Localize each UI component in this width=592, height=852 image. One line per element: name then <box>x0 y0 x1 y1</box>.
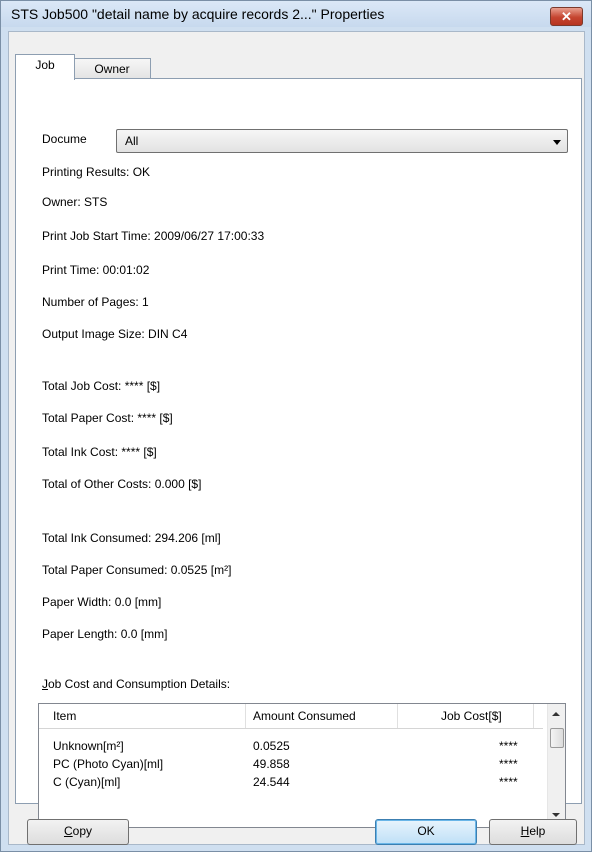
column-header-item[interactable]: Item <box>53 709 76 723</box>
copy-button[interactable]: Copy <box>27 819 129 845</box>
cell-item: Unknown[m²] <box>53 739 124 753</box>
total-paper-consumed: Total Paper Consumed: 0.0525 [m²] <box>42 563 232 577</box>
scroll-down-icon[interactable] <box>552 813 560 817</box>
table-row[interactable]: PC (Photo Cyan)[ml] 49.858 **** <box>39 756 543 773</box>
output-image-size: Output Image Size: DIN C4 <box>42 327 188 341</box>
details-heading-text: ob Cost and Consumption Details: <box>48 677 231 691</box>
job-tab-panel: Docume All Printing Results: OK Owner: S… <box>15 78 582 828</box>
help-button[interactable]: Help <box>489 819 577 845</box>
paper-length: Paper Length: 0.0 [mm] <box>42 627 168 641</box>
total-ink-consumed: Total Ink Consumed: 294.206 [ml] <box>42 531 221 545</box>
help-label: elp <box>529 824 546 838</box>
document-select-value: All <box>125 134 139 148</box>
total-paper-cost: Total Paper Cost: **** [$] <box>42 411 173 425</box>
tab-job-label: Job <box>35 58 55 72</box>
cell-item: C (Cyan)[ml] <box>53 775 121 789</box>
number-of-pages: Number of Pages: 1 <box>42 295 149 309</box>
dialog-client-area: Job Owner Docume All Printing Results: O… <box>8 31 585 845</box>
column-divider[interactable] <box>533 704 534 728</box>
column-divider[interactable] <box>397 704 398 728</box>
tab-owner[interactable]: Owner <box>73 58 151 80</box>
cell-amount: 0.0525 <box>253 739 290 753</box>
copy-mnemonic: C <box>63 824 73 838</box>
ok-button[interactable]: OK <box>375 819 477 845</box>
column-divider[interactable] <box>245 704 246 728</box>
details-scrollbar[interactable] <box>547 704 565 825</box>
cell-item: PC (Photo Cyan)[ml] <box>53 757 164 771</box>
cell-cost: **** <box>499 775 518 789</box>
details-list-header: Item Amount Consumed Job Cost[$] <box>39 704 543 729</box>
cell-amount: 24.544 <box>253 775 290 789</box>
cell-cost: **** <box>499 739 518 753</box>
chevron-down-icon <box>553 140 561 145</box>
table-row[interactable]: Unknown[m²] 0.0525 **** <box>39 738 543 755</box>
paper-width: Paper Width: 0.0 [mm] <box>42 595 162 609</box>
print-time: Print Time: 00:01:02 <box>42 263 150 277</box>
copy-label: opy <box>72 824 93 838</box>
total-job-cost: Total Job Cost: **** [$] <box>42 379 161 393</box>
details-heading: Job Cost and Consumption Details: <box>42 677 230 691</box>
total-ink-cost: Total Ink Cost: **** [$] <box>42 445 157 459</box>
scroll-up-icon[interactable] <box>552 712 560 716</box>
owner: Owner: STS <box>42 195 108 209</box>
tab-owner-label: Owner <box>94 62 130 76</box>
properties-dialog: STS Job500 "detail name by acquire recor… <box>0 0 592 852</box>
cell-cost: **** <box>499 757 518 771</box>
close-icon: ✕ <box>561 9 572 24</box>
scroll-thumb[interactable] <box>550 728 564 748</box>
close-button[interactable]: ✕ <box>550 7 583 26</box>
window-title: STS Job500 "detail name by acquire recor… <box>11 6 385 22</box>
total-other-costs: Total of Other Costs: 0.000 [$] <box>42 477 202 491</box>
cell-amount: 49.858 <box>253 757 290 771</box>
column-header-job-cost[interactable]: Job Cost[$] <box>441 709 502 723</box>
print-start-time: Print Job Start Time: 2009/06/27 17:00:3… <box>42 229 265 243</box>
title-bar: STS Job500 "detail name by acquire recor… <box>1 1 591 27</box>
column-header-amount[interactable]: Amount Consumed <box>253 709 356 723</box>
table-row[interactable]: C (Cyan)[ml] 24.544 **** <box>39 774 543 791</box>
document-select[interactable]: All <box>116 129 568 153</box>
tab-job[interactable]: Job <box>15 54 75 80</box>
ok-label: OK <box>417 824 435 838</box>
document-label: Docume <box>42 132 87 146</box>
details-list[interactable]: Item Amount Consumed Job Cost[$] Unknown… <box>38 703 566 828</box>
printing-results: Printing Results: OK <box>42 165 151 179</box>
